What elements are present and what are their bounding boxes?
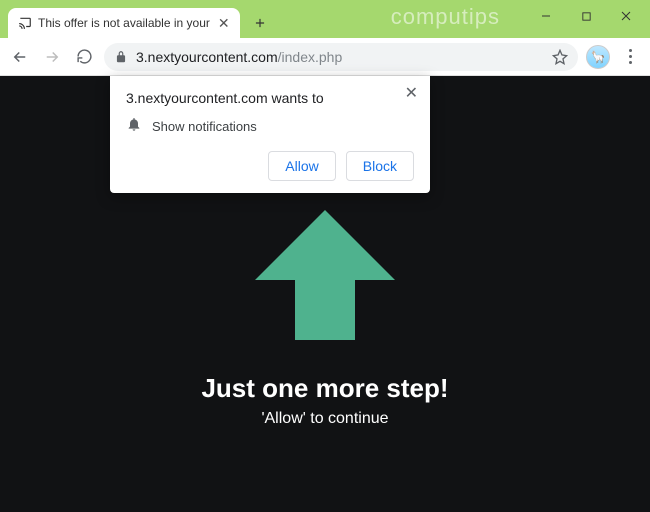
close-window-button[interactable] [608, 4, 644, 28]
title-bar: This offer is not available in your ✕ co… [0, 0, 650, 38]
up-arrow-graphic [245, 200, 405, 355]
page-content: ✕ 3.nextyourcontent.com wants to Show no… [0, 76, 650, 512]
popup-title: 3.nextyourcontent.com wants to [126, 90, 414, 106]
watermark-text: computips [391, 4, 500, 30]
page-headline: Just one more step! [201, 373, 448, 404]
allow-button[interactable]: Allow [268, 151, 335, 181]
page-subline: 'Allow' to continue [261, 410, 388, 428]
tab-close-icon[interactable]: ✕ [216, 15, 232, 32]
notification-permission-popup: ✕ 3.nextyourcontent.com wants to Show no… [110, 76, 430, 193]
block-button[interactable]: Block [346, 151, 414, 181]
reload-button[interactable] [72, 45, 96, 69]
popup-permission-row: Show notifications [126, 116, 414, 137]
address-bar[interactable]: 3.nextyourcontent.com/index.php [104, 43, 578, 71]
url-text: 3.nextyourcontent.com/index.php [136, 49, 544, 65]
forward-button[interactable] [40, 45, 64, 69]
popup-close-icon[interactable]: ✕ [405, 86, 418, 102]
minimize-button[interactable] [528, 4, 564, 28]
bookmark-star-icon[interactable] [552, 49, 568, 65]
lock-icon [114, 50, 128, 64]
back-button[interactable] [8, 45, 32, 69]
browser-tab[interactable]: This offer is not available in your ✕ [8, 8, 240, 38]
maximize-button[interactable] [568, 4, 604, 28]
browser-menu-button[interactable] [618, 45, 642, 69]
bell-icon [126, 116, 142, 137]
window-controls [528, 4, 644, 28]
new-tab-button[interactable] [246, 9, 274, 37]
tab-title: This offer is not available in your [38, 16, 210, 30]
popup-actions: Allow Block [126, 151, 414, 181]
cast-icon [18, 16, 32, 30]
profile-avatar[interactable]: 🦙 [586, 45, 610, 69]
browser-toolbar: 3.nextyourcontent.com/index.php 🦙 [0, 38, 650, 76]
popup-permission-text: Show notifications [152, 119, 257, 134]
